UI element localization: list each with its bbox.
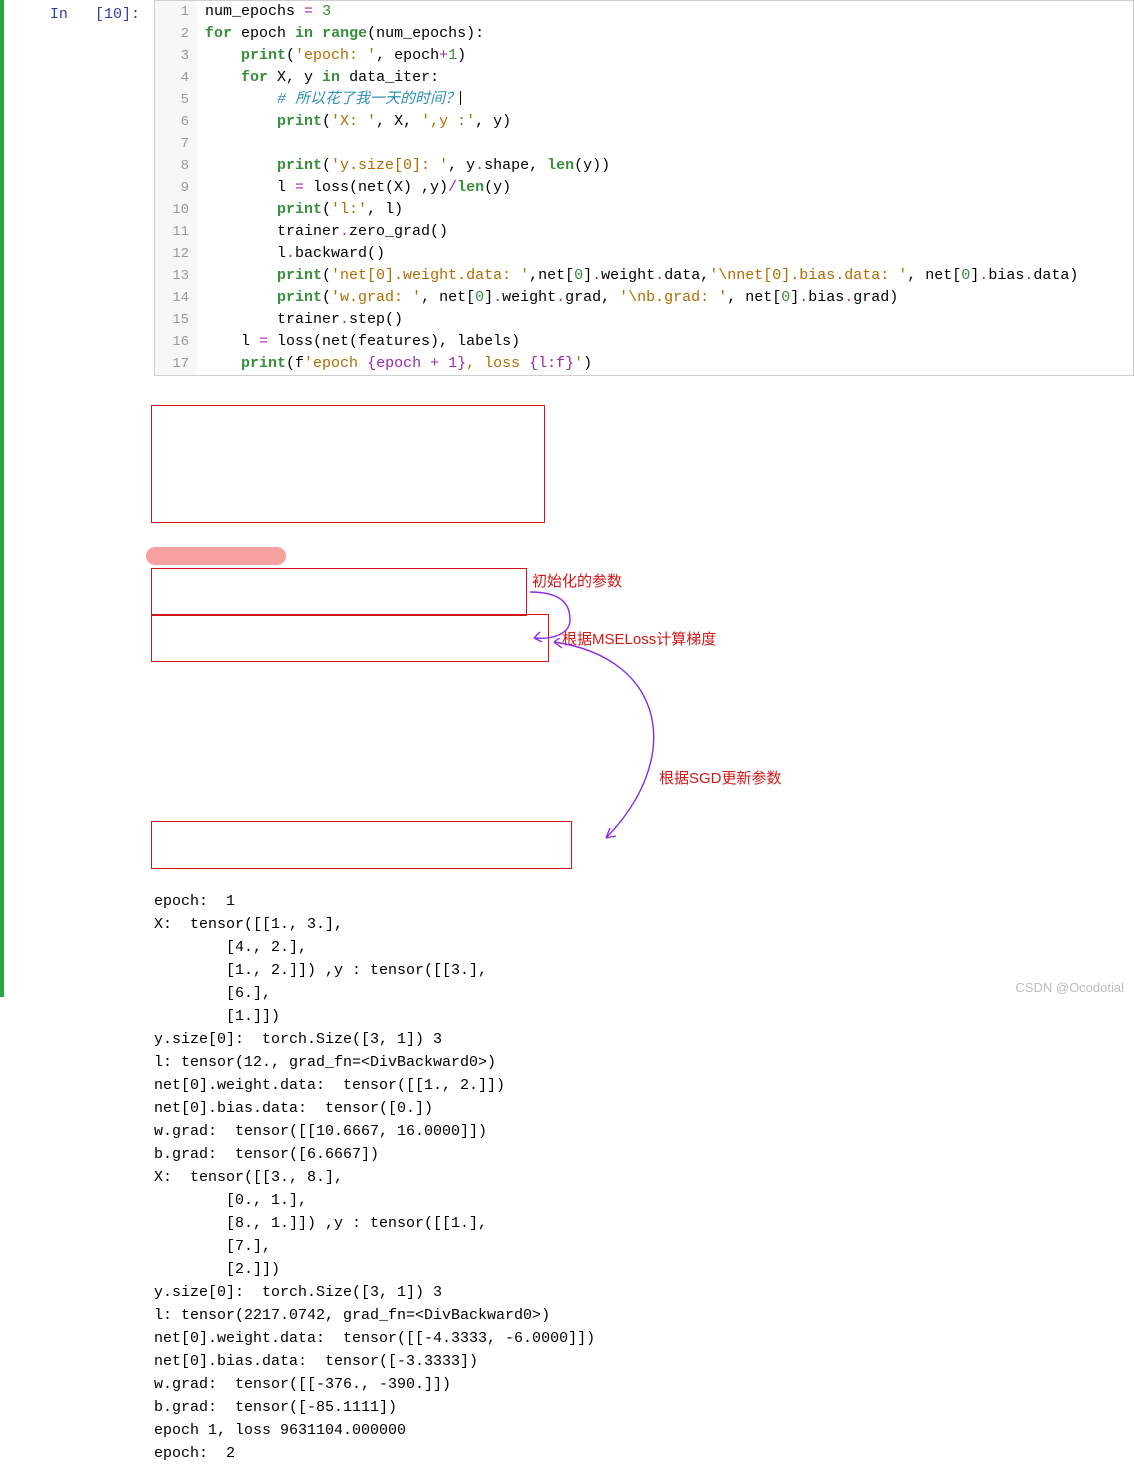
line-number: 11	[155, 221, 197, 243]
code-text[interactable]: l = loss(net(features), labels)	[197, 331, 1133, 353]
code-line[interactable]: 13 print('net[0].weight.data: ',net[0].w…	[155, 265, 1133, 287]
code-line[interactable]: 16 l = loss(net(features), labels)	[155, 331, 1133, 353]
output-line: y.size[0]: torch.Size([3, 1]) 3	[154, 1028, 1134, 1051]
code-text[interactable]: print('net[0].weight.data: ',net[0].weig…	[197, 265, 1133, 287]
line-number: 1	[155, 1, 197, 23]
output-line: [1.]])	[154, 1005, 1134, 1028]
line-number: 10	[155, 199, 197, 221]
line-number: 14	[155, 287, 197, 309]
code-editor[interactable]: 1num_epochs = 32for epoch in range(num_e…	[154, 0, 1134, 376]
code-text[interactable]: # 所以花了我一天的时间？	[197, 89, 1133, 111]
output-line: epoch 1, loss 9631104.000000	[154, 1419, 1134, 1442]
text-cursor	[460, 91, 461, 105]
prompt-in: In	[50, 6, 68, 23]
code-line[interactable]: 7	[155, 133, 1133, 155]
line-number: 8	[155, 155, 197, 177]
annotation-label-sgd: 根据SGD更新参数	[659, 767, 782, 790]
code-text[interactable]	[197, 133, 1133, 155]
line-number: 5	[155, 89, 197, 111]
line-number: 6	[155, 111, 197, 133]
annotation-box-init-params	[151, 568, 527, 616]
line-number: 12	[155, 243, 197, 265]
line-number: 16	[155, 331, 197, 353]
output-line: [4., 2.],	[154, 936, 1134, 959]
line-number: 9	[155, 177, 197, 199]
output-line: epoch: 1	[154, 890, 1134, 913]
output-line: w.grad: tensor([[10.6667, 16.0000]])	[154, 1120, 1134, 1143]
annotation-label-grad: 根据MSELoss计算梯度	[562, 628, 716, 651]
line-number: 7	[155, 133, 197, 155]
input-row: In [10]: 1num_epochs = 32for epoch in ra…	[4, 0, 1134, 376]
code-text[interactable]: for epoch in range(num_epochs):	[197, 23, 1133, 45]
output-line: b.grad: tensor([6.6667])	[154, 1143, 1134, 1166]
output-line: X: tensor([[3., 8.],	[154, 1166, 1134, 1189]
code-line[interactable]: 17 print(f'epoch {epoch + 1}, loss {l:f}…	[155, 353, 1133, 375]
code-line[interactable]: 1num_epochs = 3	[155, 1, 1133, 23]
code-text[interactable]: print('y.size[0]: ', y.shape, len(y))	[197, 155, 1133, 177]
code-text[interactable]: print('X: ', X, ',y :', y)	[197, 111, 1133, 133]
arrow-grad-to-sgd	[546, 638, 686, 858]
line-number: 17	[155, 353, 197, 375]
output-line: epoch: 2	[154, 1442, 1134, 1465]
annotation-box-grad	[151, 614, 549, 662]
output-line: [2.]])	[154, 1258, 1134, 1281]
output-prompt-spacer	[12, 384, 154, 390]
code-text[interactable]: print(f'epoch {epoch + 1}, loss {l:f}')	[197, 353, 1133, 375]
code-line[interactable]: 4 for X, y in data_iter:	[155, 67, 1133, 89]
line-number: 13	[155, 265, 197, 287]
highlight-loss-12	[146, 547, 286, 565]
output-line: b.grad: tensor([-85.1111])	[154, 1396, 1134, 1419]
code-text[interactable]: l.backward()	[197, 243, 1133, 265]
output-line: net[0].bias.data: tensor([0.])	[154, 1097, 1134, 1120]
code-line[interactable]: 2for epoch in range(num_epochs):	[155, 23, 1133, 45]
notebook-left-bar	[0, 0, 4, 997]
output-line: l: tensor(12., grad_fn=<DivBackward0>)	[154, 1051, 1134, 1074]
prompt-number: 10	[104, 6, 122, 23]
output-line: net[0].bias.data: tensor([-3.3333])	[154, 1350, 1134, 1373]
code-line[interactable]: 6 print('X: ', X, ',y :', y)	[155, 111, 1133, 133]
output-line: [1., 2.]]) ,y : tensor([[3.],	[154, 959, 1134, 982]
output-line: [7.],	[154, 1235, 1134, 1258]
code-line[interactable]: 10 print('l:', l)	[155, 199, 1133, 221]
output-line: [0., 1.],	[154, 1189, 1134, 1212]
code-line[interactable]: 15 trainer.step()	[155, 309, 1133, 331]
code-line[interactable]: 8 print('y.size[0]: ', y.shape, len(y))	[155, 155, 1133, 177]
output-line: w.grad: tensor([[-376., -390.]])	[154, 1373, 1134, 1396]
output-line: [6.],	[154, 982, 1134, 1005]
code-text[interactable]: for X, y in data_iter:	[197, 67, 1133, 89]
code-line[interactable]: 9 l = loss(net(X) ,y)/len(y)	[155, 177, 1133, 199]
line-number: 3	[155, 45, 197, 67]
code-text[interactable]: print('w.grad: ', net[0].weight.grad, '\…	[197, 287, 1133, 309]
code-text[interactable]: l = loss(net(X) ,y)/len(y)	[197, 177, 1133, 199]
annotation-box-sgd	[151, 821, 572, 869]
annotation-box-tensor-x	[151, 405, 545, 523]
output-row: 初始化的参数 根据MSELoss计算梯度 根据SGD更新参数 epoch: 1X…	[4, 384, 1134, 1465]
code-line[interactable]: 12 l.backward()	[155, 243, 1133, 265]
code-text[interactable]: print('epoch: ', epoch+1)	[197, 45, 1133, 67]
line-number: 2	[155, 23, 197, 45]
code-text[interactable]: print('l:', l)	[197, 199, 1133, 221]
output-line: net[0].weight.data: tensor([[1., 2.]])	[154, 1074, 1134, 1097]
watermark-text: CSDN @Ocodotial	[1015, 980, 1124, 995]
cell-prompt: In [10]:	[12, 0, 154, 23]
output-text: 初始化的参数 根据MSELoss计算梯度 根据SGD更新参数 epoch: 1X…	[154, 384, 1134, 1465]
annotation-label-init: 初始化的参数	[532, 570, 622, 593]
output-line: y.size[0]: torch.Size([3, 1]) 3	[154, 1281, 1134, 1304]
code-text[interactable]: trainer.step()	[197, 309, 1133, 331]
code-text[interactable]: num_epochs = 3	[197, 1, 1133, 23]
code-line[interactable]: 5 # 所以花了我一天的时间？	[155, 89, 1133, 111]
output-line: X: tensor([[1., 3.],	[154, 913, 1134, 936]
line-number: 4	[155, 67, 197, 89]
output-line: net[0].weight.data: tensor([[-4.3333, -6…	[154, 1327, 1134, 1350]
code-line[interactable]: 11 trainer.zero_grad()	[155, 221, 1133, 243]
line-number: 15	[155, 309, 197, 331]
code-line[interactable]: 14 print('w.grad: ', net[0].weight.grad,…	[155, 287, 1133, 309]
output-line: [8., 1.]]) ,y : tensor([[1.],	[154, 1212, 1134, 1235]
output-line: l: tensor(2217.0742, grad_fn=<DivBackwar…	[154, 1304, 1134, 1327]
code-text[interactable]: trainer.zero_grad()	[197, 221, 1133, 243]
code-line[interactable]: 3 print('epoch: ', epoch+1)	[155, 45, 1133, 67]
